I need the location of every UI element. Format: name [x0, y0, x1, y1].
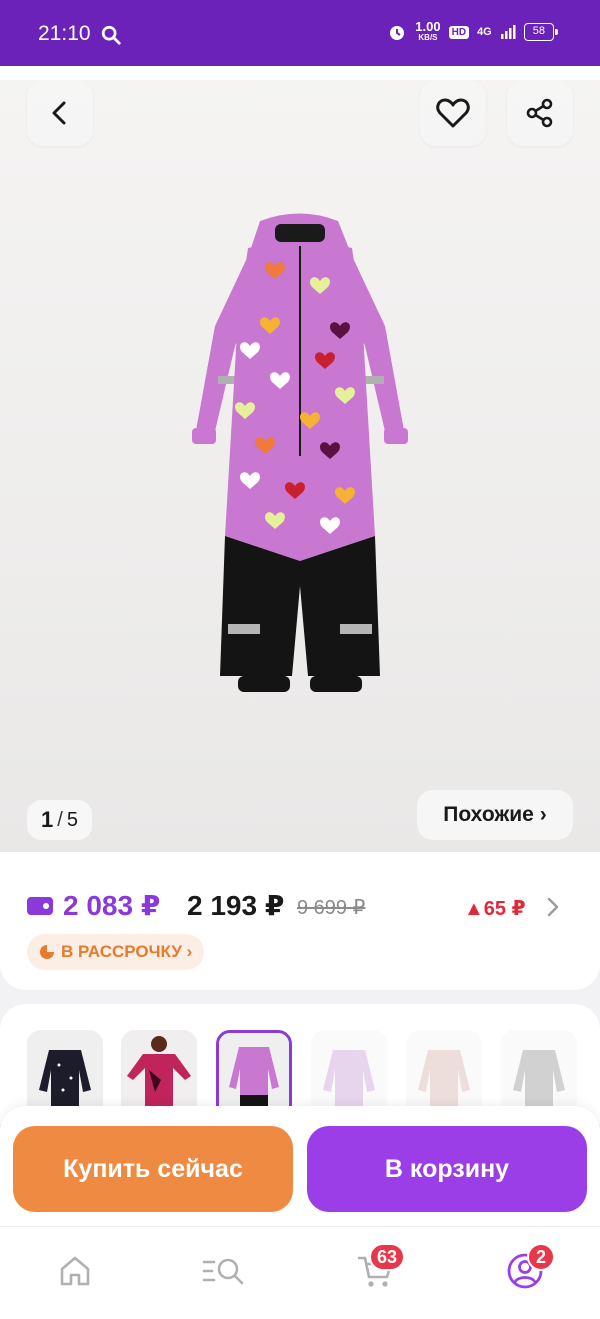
signal-icon — [500, 25, 516, 39]
network-speed: 1.00 KB/S — [415, 19, 441, 43]
add-to-cart-button[interactable]: В корзину — [307, 1126, 587, 1212]
bottom-navigation: 63 2 — [0, 1226, 600, 1319]
wallet-price: 2 083 ₽ — [63, 890, 161, 921]
home-icon — [60, 1256, 90, 1286]
price-card: 2 083 ₽ 2 193 ₽ 9 699 ₽ ▲65 ₽ В РАССРОЧК… — [0, 852, 600, 990]
buy-now-button[interactable]: Купить сейчас — [13, 1126, 293, 1212]
gallery-top-strip — [0, 66, 600, 80]
product-image[interactable] — [170, 206, 430, 726]
image-counter: 1 / 5 — [27, 800, 92, 840]
image-counter-total: 5 — [66, 808, 78, 831]
catalog-search-icon — [202, 1258, 244, 1285]
regular-price: 2 193 ₽ — [187, 890, 285, 921]
network-type: 4G — [477, 26, 492, 38]
favorite-button[interactable] — [420, 80, 486, 146]
price-diff[interactable]: ▲65 ₽ — [464, 896, 526, 921]
alarm-icon — [390, 26, 405, 40]
chevron-right-icon[interactable] — [546, 896, 560, 918]
chevron-left-icon — [52, 101, 66, 125]
cart-badge: 63 — [369, 1243, 406, 1271]
image-counter-separator: / — [57, 808, 63, 831]
profile-badge: 2 — [527, 1243, 555, 1271]
wallet-icon — [27, 897, 53, 915]
installment-label: В РАССРОЧКУ › — [61, 942, 193, 961]
speed-value: 1.00 — [415, 19, 441, 34]
image-counter-current: 1 — [41, 807, 54, 832]
status-bar: 21:10 1.00 KB/S HD 4G 58 — [0, 0, 600, 66]
nav-catalog[interactable] — [202, 1249, 246, 1293]
status-time: 21:10 — [38, 22, 91, 45]
speed-unit: KB/S — [418, 33, 438, 42]
nav-home[interactable] — [53, 1249, 97, 1293]
heart-icon — [436, 98, 470, 128]
search-icon[interactable] — [100, 24, 122, 46]
hd-badge: HD — [448, 25, 470, 39]
share-icon — [526, 98, 553, 128]
old-price: 9 699 ₽ — [297, 897, 366, 919]
battery-icon: 58 — [523, 23, 559, 41]
back-button[interactable] — [27, 80, 93, 146]
installment-button[interactable]: В РАССРОЧКУ › — [27, 934, 205, 970]
action-bar: Купить сейчас В корзину — [0, 1106, 600, 1226]
product-gallery[interactable]: 1 / 5 Похожие › — [0, 66, 600, 852]
share-button[interactable] — [507, 80, 573, 146]
similar-button[interactable]: Похожие › — [417, 790, 573, 840]
pie-chart-icon — [40, 945, 54, 959]
status-indicators: 1.00 KB/S HD 4G 58 — [387, 19, 559, 43]
